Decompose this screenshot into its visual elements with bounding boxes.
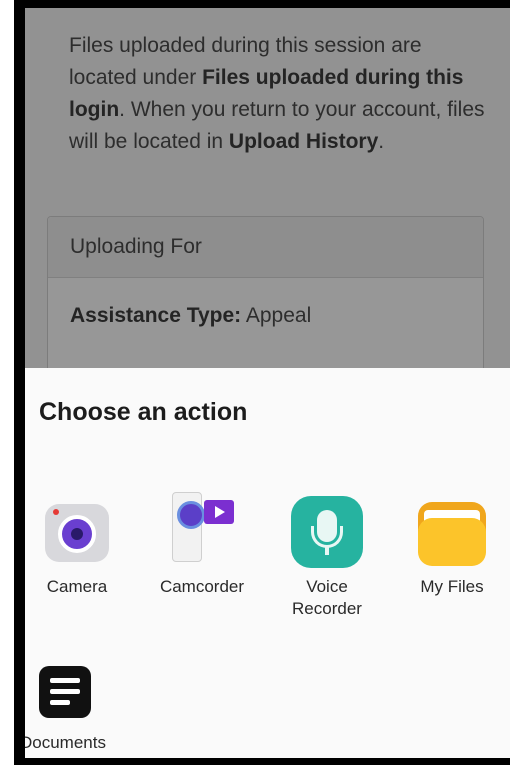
- folder-icon: [416, 496, 488, 568]
- app-voice-recorder[interactable]: Voice Recorder: [272, 496, 382, 620]
- app-camera[interactable]: Camera: [25, 496, 132, 598]
- app-label-documents: Documents: [25, 733, 106, 752]
- app-label-my-files: My Files: [420, 577, 484, 596]
- camcorder-icon: [166, 490, 238, 562]
- app-label-camera: Camera: [46, 577, 108, 596]
- app-documents[interactable]: Documents: [25, 660, 118, 754]
- phone-screen: Files uploaded during this session are l…: [25, 8, 510, 758]
- app-label-voice-recorder: Voice Recorder: [292, 577, 362, 618]
- documents-icon: [27, 660, 99, 732]
- action-bottom-sheet: Choose an action Camera Camcorder Voice …: [25, 368, 510, 758]
- app-camcorder[interactable]: Camcorder: [147, 490, 257, 598]
- app-label-camcorder: Camcorder: [159, 577, 245, 596]
- camera-icon: [41, 496, 113, 568]
- sheet-title: Choose an action: [39, 398, 248, 426]
- dim-overlay[interactable]: [25, 8, 510, 368]
- app-my-files[interactable]: My Files: [397, 496, 507, 598]
- voice-recorder-icon: [291, 496, 363, 568]
